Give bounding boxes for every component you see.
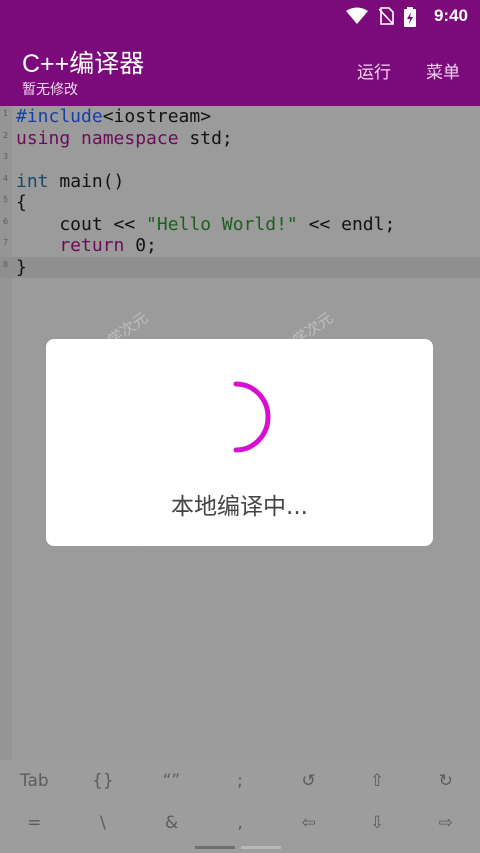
line-number: 3 <box>3 152 9 161</box>
wifi-icon <box>346 7 368 24</box>
undo-icon[interactable]: ↺ <box>274 760 343 802</box>
keyword-token: namespace <box>81 127 179 149</box>
line-number: 2 <box>3 130 9 140</box>
keyboard-row: Tab {} “” ; ↺ ⇧ ↻ <box>0 760 480 802</box>
code-text: <iostream> <box>102 106 212 127</box>
arrow-left-icon[interactable]: ⇦ <box>274 802 343 844</box>
code-line-current[interactable]: 8 } <box>0 256 480 278</box>
line-number: 6 <box>3 216 9 226</box>
code-line[interactable]: 1 #include<iostream> <box>0 106 480 128</box>
keyword-token: return <box>16 235 125 256</box>
backslash-key[interactable]: \ <box>69 802 138 844</box>
code-text: cout << <box>16 213 147 235</box>
code-text: } <box>16 256 27 278</box>
code-line[interactable]: 5 { <box>0 192 480 214</box>
keyword-token: using <box>16 127 71 149</box>
type-token: int <box>16 170 49 192</box>
line-number: 5 <box>3 195 9 204</box>
loading-spinner-icon <box>233 381 271 453</box>
code-line[interactable]: 7 return 0; <box>0 235 480 257</box>
symbol-keyboard: Tab {} “” ; ↺ ⇧ ↻ = \ & , ⇦ ⇩ ⇨ <box>0 760 480 853</box>
app-title: C++编译器 <box>22 50 145 78</box>
equals-key[interactable]: = <box>0 802 69 844</box>
string-token: "Hello World!" <box>146 213 298 235</box>
tab-key[interactable]: Tab <box>0 760 69 802</box>
preprocessor-token: #include <box>16 106 103 127</box>
status-bar: 9:40 <box>0 0 480 34</box>
comma-key[interactable]: , <box>206 802 275 844</box>
arrow-right-icon[interactable]: ⇨ <box>411 802 480 844</box>
app-subtitle: 暂无修改 <box>22 82 78 98</box>
status-icons <box>346 7 416 27</box>
clock: 9:40 <box>433 6 468 25</box>
no-sim-icon <box>378 7 394 25</box>
redo-icon[interactable]: ↻ <box>411 760 480 802</box>
code-line[interactable]: 4 int main() <box>0 171 480 193</box>
code-line[interactable]: 6 cout << "Hello World!" << endl; <box>0 214 480 236</box>
quotes-key[interactable]: “” <box>137 760 206 802</box>
keyboard-row: = \ & , ⇦ ⇩ ⇨ <box>0 802 480 844</box>
loading-message: 本地编译中... <box>171 494 308 520</box>
line-number: 8 <box>3 259 9 269</box>
code-text: << endl; <box>297 213 396 235</box>
arrow-up-icon[interactable]: ⇧ <box>343 760 412 802</box>
line-number: 1 <box>3 109 9 118</box>
code-text: { <box>16 192 27 213</box>
menu-button[interactable]: 菜单 <box>426 58 460 83</box>
line-number: 7 <box>3 238 9 247</box>
code-line[interactable]: 3 <box>0 149 480 171</box>
code-text: 0; <box>124 235 157 256</box>
gesture-bar <box>195 846 285 849</box>
battery-charging-icon <box>404 7 416 27</box>
braces-key[interactable]: {} <box>69 760 138 802</box>
run-button[interactable]: 运行 <box>357 58 391 83</box>
line-number: 4 <box>3 173 9 183</box>
code-text: main() <box>48 170 125 192</box>
semicolon-key[interactable]: ; <box>206 760 275 802</box>
ampersand-key[interactable]: & <box>137 802 206 844</box>
code-text: std; <box>178 127 233 149</box>
arrow-down-icon[interactable]: ⇩ <box>343 802 412 844</box>
code-line[interactable]: 2 using namespace std; <box>0 128 480 150</box>
app-bar: C++编译器 暂无修改 运行 菜单 <box>0 34 480 106</box>
